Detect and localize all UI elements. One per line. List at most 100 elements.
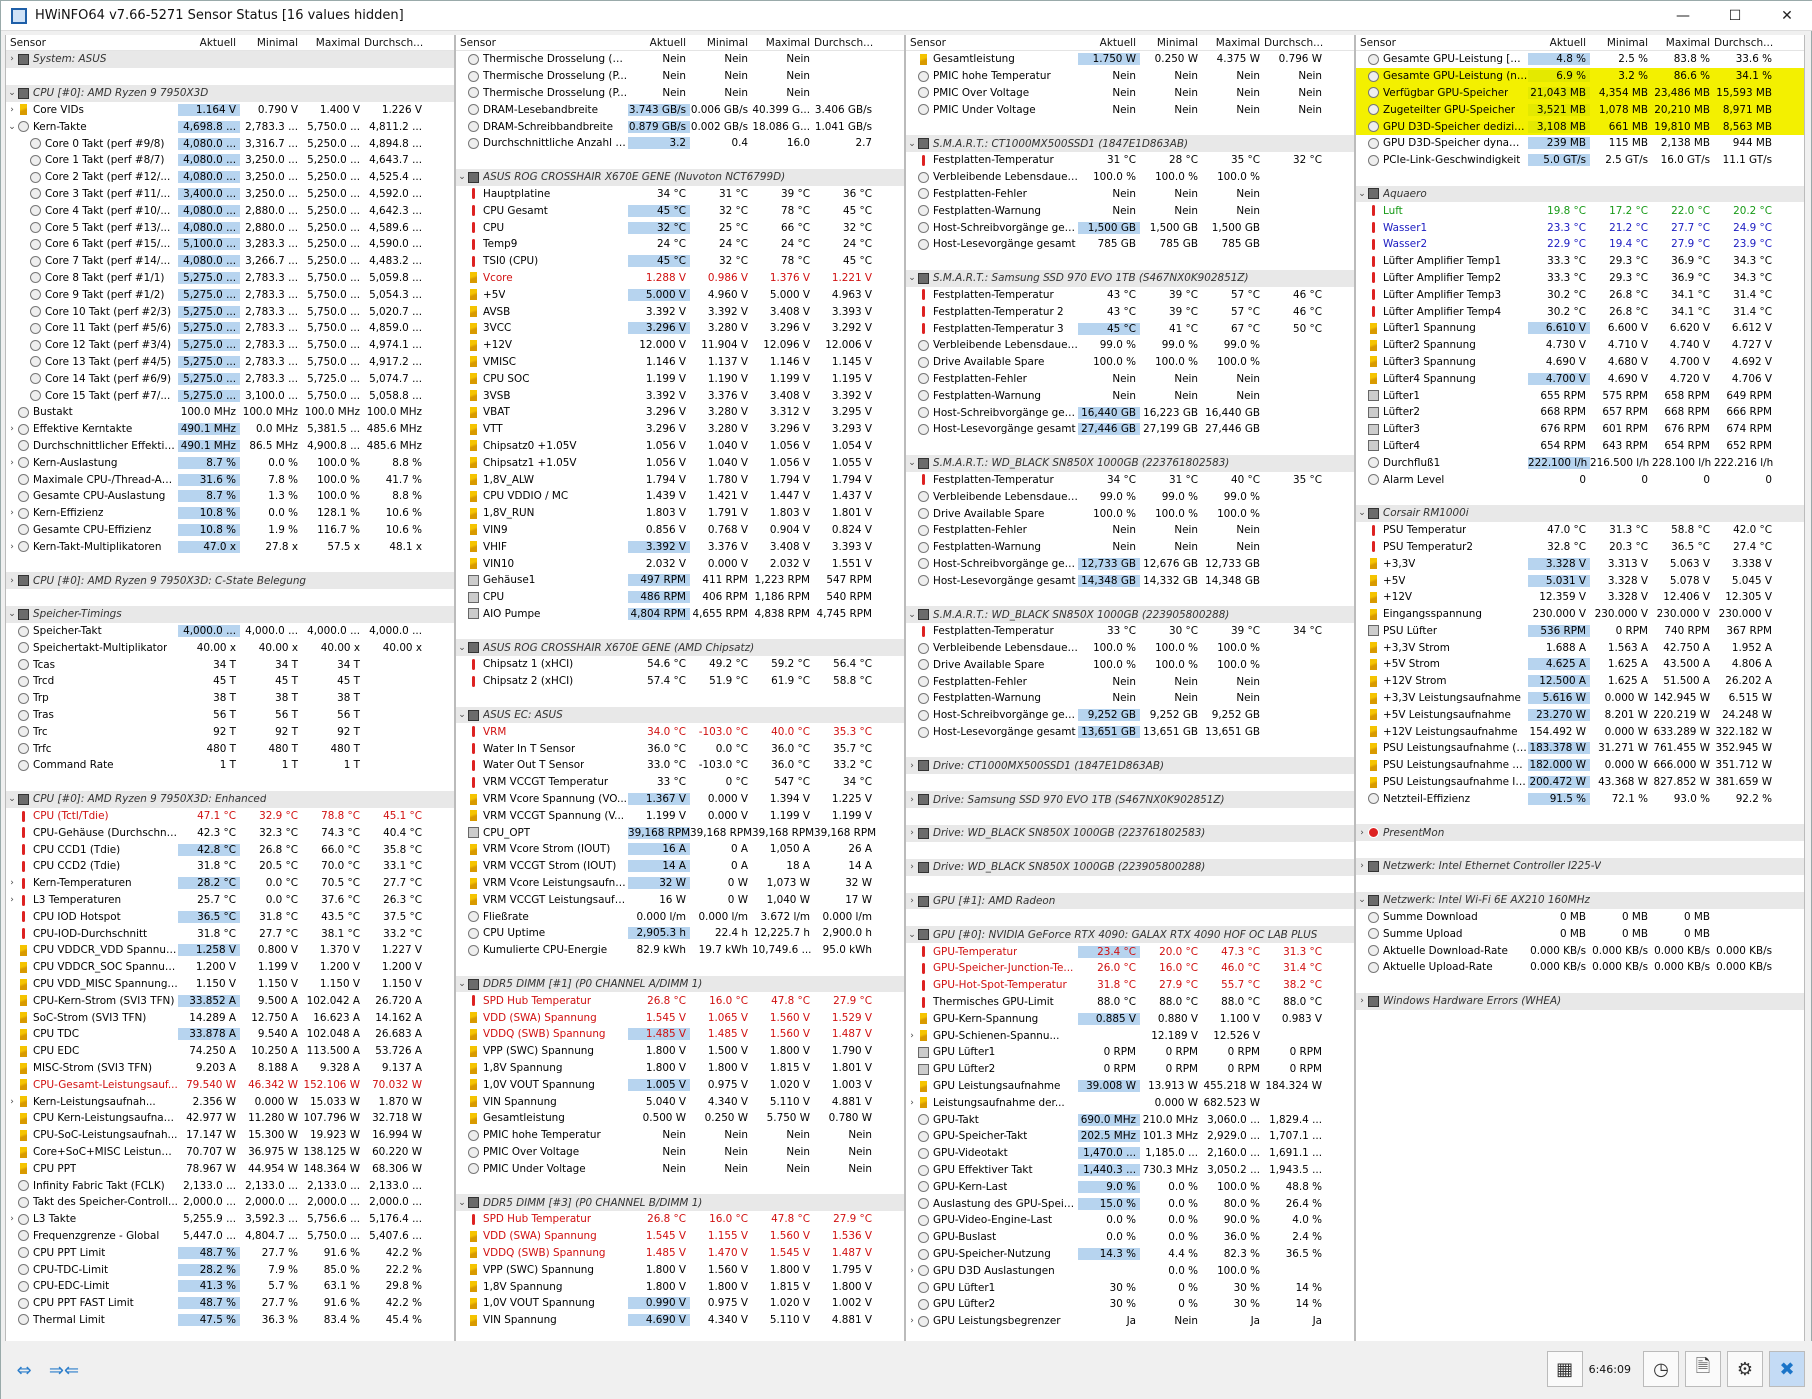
sensor-row[interactable]: Chipsatz 2 (xHCI) 57.4 °C 51.9 °C 61.9 °C 58… (456, 673, 904, 690)
collapse-chevron-icon[interactable]: ⌄ (906, 273, 918, 283)
sensor-row[interactable]: +5V 5.000 V 4.960 V 5.000 V 4.963 V (456, 286, 904, 303)
sensor-row[interactable]: CPU (Tctl/Tdie) 47.1 °C 32.9 °C 78.8 °C 45.1… (6, 808, 454, 825)
sensor-row[interactable]: Wasser2 22.9 °C 19.4 °C 27.9 °C 23.9 °C (1356, 236, 1804, 253)
sensor-row[interactable]: PSU Temperatur2 32.8 °C 20.3 °C 36.5 °C 27.4… (1356, 539, 1804, 556)
sensor-row[interactable]: Kumulierte CPU-Energie 82.9 kWh 19.7 kWh 10… (456, 942, 904, 959)
sensor-row[interactable]: VPP (SWC) Spannung 1.800 V 1.500 V 1.800 V1… (456, 1043, 904, 1060)
sensor-row[interactable]: GPU D3D-Speicher dediziert 3,108 MB 661 MB… (1356, 118, 1804, 135)
sensor-row[interactable]: Host-Lesevorgänge gesamt 785 GB 785 GB 785 … (906, 236, 1354, 253)
sensor-row[interactable]: Lüfter Amplifier Temp3 30.2 °C 26.8 °C 34.1… (1356, 286, 1804, 303)
sensor-row[interactable]: Drive Available Spare 100.0 % 100.0 % 100.0… (906, 354, 1354, 371)
column-header-sensor[interactable]: Sensor (1356, 37, 1528, 49)
column-header-minimal[interactable]: Minimal (240, 37, 302, 49)
column-header-maximal[interactable]: Maximal (1652, 37, 1714, 49)
sensor-row[interactable]: Thermisches GPU-Limit 88.0 °C 88.0 °C 88.0 … (906, 994, 1354, 1011)
expand-chevron-icon[interactable]: › (906, 862, 918, 872)
sensor-row[interactable]: VDD (SWA) Spannung 1.545 V 1.155 V 1.560 V1… (456, 1228, 904, 1245)
expand-chevron-icon[interactable]: › (1356, 996, 1368, 1006)
column-header-durchschnitt[interactable]: Durchsch... (1264, 37, 1326, 49)
gear-icon[interactable]: ⚙ (1727, 1351, 1763, 1387)
sensor-row[interactable]: VRM VCCGT Leistungsaufn... 16 W0 W 1,040 W… (456, 891, 904, 908)
collapse-chevron-icon[interactable]: ⌄ (906, 610, 918, 620)
sensor-row[interactable]: Chipsatz 1 (xHCI) 54.6 °C 49.2 °C 59.2 °C 56… (456, 656, 904, 673)
expand-chevron-icon[interactable]: › (6, 878, 18, 888)
sensor-row[interactable]: Drive Available Spare 100.0 % 100.0 % 100.0… (906, 505, 1354, 522)
sensor-row[interactable]: +12V Strom 12.500 A 1.625 A 51.500 A 26.202 … (1356, 673, 1804, 690)
sensor-group[interactable]: › PresentMon (1356, 824, 1804, 842)
collapse-chevron-icon[interactable]: ⌄ (906, 458, 918, 468)
sensor-row[interactable]: SPD Hub Temperatur 26.8 °C 16.0 °C 47.8 °C 2… (456, 992, 904, 1009)
expand-chevron-icon[interactable]: › (6, 54, 18, 64)
sensor-group[interactable]: › CPU [#0]: AMD Ryzen 9 7950X3D: C-State … (6, 572, 454, 589)
sensor-row[interactable]: PMIC Under Voltage Nein Nein Nein Nein (906, 101, 1354, 118)
sensor-row[interactable]: CPU-SoC-Leistungsaufnah... 17.147 W 15.300… (6, 1127, 454, 1144)
sensor-row[interactable]: PMIC Over Voltage Nein Nein Nein Nein (906, 85, 1354, 102)
expand-chevron-icon[interactable]: › (1356, 828, 1368, 838)
collapse-chevron-icon[interactable]: ⌄ (1356, 189, 1368, 199)
sensor-row[interactable]: Core 12 Takt (perf #3/4) 5,275.0 ... 2,783… (6, 337, 454, 354)
sensor-row[interactable]: VDD (SWA) Spannung 1.545 V 1.065 V 1.560 V1… (456, 1009, 904, 1026)
sensor-row[interactable]: VRM VCCGT Strom (IOUT) 14 A0 A 18 A 14 A (456, 858, 904, 875)
sensor-row[interactable]: Summe Upload 0 MB 0 MB 0 MB (1356, 925, 1804, 942)
sensor-row[interactable]: Host-Schreibvorgänge ges... 9,252 GB 9,252… (906, 707, 1354, 724)
expand-chevron-icon[interactable]: › (6, 576, 18, 586)
sensor-row[interactable]: Alarm Level 0 0 0 0 (1356, 471, 1804, 488)
sensor-row[interactable]: VHIF 3.392 V 3.376 V 3.408 V 3.393 V (456, 538, 904, 555)
sensor-row[interactable]: GPU-Speicher-Nutzung 14.3 % 4.4 % 82.3 % 36.… (906, 1246, 1354, 1263)
sensor-row[interactable]: PMIC Over Voltage Nein Nein Nein Nein (456, 1144, 904, 1161)
network-icon[interactable]: ▦ (1546, 1351, 1583, 1387)
sensor-row[interactable]: CPU Kern-Leistungsaufnah... 42.977 W 11.28… (6, 1110, 454, 1127)
expand-chevron-icon[interactable]: › (906, 828, 918, 838)
sensor-row[interactable]: Verbleibende Lebensdauer... 100.0 % 100.0 … (906, 640, 1354, 657)
sensor-row[interactable]: Host-Schreibvorgänge ges... 1,500 GB 1,500… (906, 219, 1354, 236)
sensor-row[interactable]: › GPU D3D Auslastungen 0.0 % 100.0 % (906, 1262, 1354, 1279)
sensor-row[interactable]: GPU Lüfter2 0 RPM 0 RPM 0 RPM 0 RPM (906, 1061, 1354, 1078)
sensor-row[interactable]: +3,3V Strom 1.688 A 1.563 A 42.750 A 1.952 A (1356, 639, 1804, 656)
sensor-row[interactable]: GPU Effektiver Takt 1,440.3 ... 730.3 MHz 3… (906, 1162, 1354, 1179)
sensor-row[interactable]: Host-Lesevorgänge gesamt 14,348 GB 14,332 … (906, 572, 1354, 589)
collapse-chevron-icon[interactable]: ⌄ (456, 172, 468, 182)
sensor-row[interactable]: CPU VDD_MISC Spannung ... 1.150 V 1.150 V1… (6, 976, 454, 993)
sensor-row[interactable]: Core 2 Takt (perf #12/... 4,080.0 ... 3,25… (6, 169, 454, 186)
sensor-group[interactable]: › Drive: WD_BLACK SN850X 1000GB (22390580… (906, 858, 1354, 876)
sensor-row[interactable]: +12V Leistungsaufnahme 154.492 W 0.000 W 63… (1356, 723, 1804, 740)
sensor-row[interactable]: Gesamte CPU-Auslastung 8.7 % 1.3 % 100.0 % 8… (6, 488, 454, 505)
sensor-row[interactable]: Core 15 Takt (perf #7/... 5,275.0 ... 3,10… (6, 387, 454, 404)
collapse-chevron-icon[interactable]: ⌄ (906, 139, 918, 149)
sensor-row[interactable]: Lüfter1 Spannung 6.610 V 6.600 V 6.620 V 6.6… (1356, 320, 1804, 337)
sensor-row[interactable]: Verbleibende Lebensdauer... 99.0 % 99.0 % 9… (906, 488, 1354, 505)
sensor-row[interactable]: CPU-Gehäuse (Durchschnitt) 42.3 °C 32.3 °C… (6, 824, 454, 841)
sensor-row[interactable]: VBAT 3.296 V 3.280 V 3.312 V 3.295 V (456, 404, 904, 421)
sensor-row[interactable]: Netzteil-Effizienz 91.5 % 72.1 % 93.0 % 92.2… (1356, 790, 1804, 807)
column-header-durchschnitt[interactable]: Durchsch... (814, 37, 876, 49)
sensor-row[interactable]: CPU-EDC-Limit 41.3 % 5.7 % 63.1 % 29.8 % (6, 1278, 454, 1295)
sensor-row[interactable]: SPD Hub Temperatur 26.8 °C 16.0 °C 47.8 °C 2… (456, 1211, 904, 1228)
sensor-row[interactable]: CPU CCD1 (Tdie) 42.8 °C 26.8 °C 66.0 °C 35.8… (6, 841, 454, 858)
sensor-row[interactable]: Luft 19.8 °C 17.2 °C 22.0 °C 20.2 °C (1356, 202, 1804, 219)
expand-chevron-icon[interactable]: › (906, 1316, 918, 1326)
sensor-row[interactable]: CPU EDC 74.250 A 10.250 A 113.500 A 53.726 A (6, 1043, 454, 1060)
sensor-row[interactable]: Lüfter2 668 RPM 657 RPM 668 RPM 666 RPM (1356, 404, 1804, 421)
sensor-row[interactable]: Auslastung des GPU-Speic... 15.0 % 0.0 % 80… (906, 1195, 1354, 1212)
sensor-row[interactable]: Core 13 Takt (perf #4/5) 5,275.0 ... 2,783… (6, 354, 454, 371)
column-header-durchschnitt[interactable]: Durchsch... (364, 37, 426, 49)
sensor-row[interactable]: Takt des Speicher-Controll... 2,000.0 ...… (6, 1194, 454, 1211)
sensor-row[interactable]: VRM Vcore Strom (IOUT) 16 A0 A 1,050 A 26 A (456, 841, 904, 858)
sensor-row[interactable]: VPP (SWC) Spannung 1.800 V 1.560 V 1.800 V1… (456, 1261, 904, 1278)
sensor-row[interactable]: GPU D3D-Speicher dynami... 239 MB 115 MB 2,… (1356, 135, 1804, 152)
sensor-row[interactable]: Hauptplatine 34 °C 31 °C 39 °C 36 °C (456, 186, 904, 203)
collapse-chevron-icon[interactable]: ⌄ (1356, 508, 1368, 518)
sensor-row[interactable]: › Kern-Temperaturen 28.2 °C 0.0 °C 70.5 °C 27… (6, 875, 454, 892)
sensor-row[interactable]: GPU-Speicher-Junction-Te... 26.0 °C 16.0 °… (906, 960, 1354, 977)
arrows-collapse-icon[interactable]: ⇒⇐ (47, 1353, 81, 1387)
sensor-row[interactable]: Core 1 Takt (perf #8/7) 4,080.0 ... 3,250.… (6, 152, 454, 169)
sensor-group[interactable]: › Drive: CT1000MX500SSD1 (1847E1D863AB) (906, 757, 1354, 775)
sensor-row[interactable]: MISC-Strom (SVI3 TFN) 9.203 A 8.188 A 9.328… (6, 1060, 454, 1077)
sensor-row[interactable]: VTT 3.296 V 3.280 V 3.296 V 3.293 V (456, 421, 904, 438)
sensor-group[interactable]: ⌄ GPU [#0]: NVIDIA GeForce RTX 4090: GALA… (906, 926, 1354, 944)
sensor-row[interactable]: Gesamte GPU-Leistung [%... 4.8 % 2.5 % 83.8… (1356, 51, 1804, 68)
sensor-row[interactable]: VIN Spannung 5.040 V 4.340 V 5.110 V 4.881 V (456, 1093, 904, 1110)
sensor-row[interactable]: VRM VCCGT Spannung (V... 1.199 V 0.000 V 1.… (456, 807, 904, 824)
sensor-row[interactable]: CPU CCD2 (Tdie) 31.8 °C 20.5 °C 70.0 °C 33.1… (6, 858, 454, 875)
sensor-group[interactable]: ⌄ ASUS EC: ASUS (456, 706, 904, 724)
